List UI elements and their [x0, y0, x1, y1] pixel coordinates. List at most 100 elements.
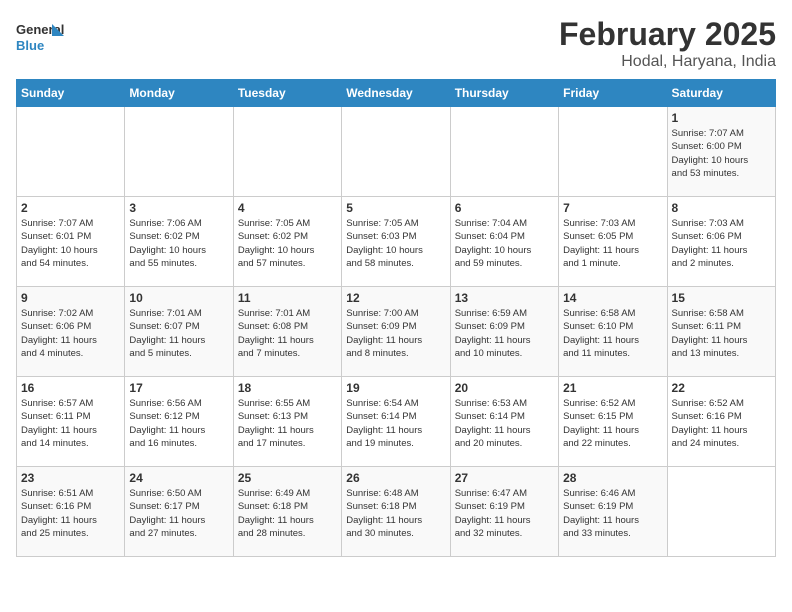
day-info: Sunrise: 6:51 AMSunset: 6:16 PMDaylight:… — [21, 487, 120, 540]
day-info: Sunrise: 7:05 AMSunset: 6:02 PMDaylight:… — [238, 217, 337, 270]
header-row: SundayMondayTuesdayWednesdayThursdayFrid… — [17, 80, 776, 107]
day-info: Sunrise: 6:54 AMSunset: 6:14 PMDaylight:… — [346, 397, 445, 450]
calendar-cell: 4 Sunrise: 7:05 AMSunset: 6:02 PMDaylight… — [233, 197, 341, 287]
day-info: Sunrise: 6:57 AMSunset: 6:11 PMDaylight:… — [21, 397, 120, 450]
day-number: 12 — [346, 291, 445, 305]
calendar-cell: 27 Sunrise: 6:47 AMSunset: 6:19 PMDayligh… — [450, 467, 558, 557]
day-info: Sunrise: 7:03 AMSunset: 6:05 PMDaylight:… — [563, 217, 662, 270]
day-number: 6 — [455, 201, 554, 215]
week-row-3: 9Sunrise: 7:02 AMSunset: 6:06 PMDaylight… — [17, 287, 776, 377]
calendar-cell: 6 Sunrise: 7:04 AMSunset: 6:04 PMDaylight… — [450, 197, 558, 287]
day-info: Sunrise: 6:49 AMSunset: 6:18 PMDaylight:… — [238, 487, 337, 540]
calendar-cell: 2 Sunrise: 7:07 AMSunset: 6:01 PMDaylight… — [17, 197, 125, 287]
page-title: February 2025 — [559, 16, 776, 53]
day-number: 19 — [346, 381, 445, 395]
calendar-cell: 19 Sunrise: 6:54 AMSunset: 6:14 PMDayligh… — [342, 377, 450, 467]
day-info: Sunrise: 6:56 AMSunset: 6:12 PMDaylight:… — [129, 397, 228, 450]
day-info: Sunrise: 7:07 AMSunset: 6:00 PMDaylight:… — [672, 127, 771, 180]
calendar-cell: 3 Sunrise: 7:06 AMSunset: 6:02 PMDaylight… — [125, 197, 233, 287]
day-number: 3 — [129, 201, 228, 215]
week-row-5: 23 Sunrise: 6:51 AMSunset: 6:16 PMDayligh… — [17, 467, 776, 557]
day-info: Sunrise: 7:04 AMSunset: 6:04 PMDaylight:… — [455, 217, 554, 270]
day-info: Sunrise: 6:53 AMSunset: 6:14 PMDaylight:… — [455, 397, 554, 450]
day-number: 20 — [455, 381, 554, 395]
day-number: 13 — [455, 291, 554, 305]
calendar-cell — [125, 107, 233, 197]
day-info: Sunrise: 7:00 AMSunset: 6:09 PMDaylight:… — [346, 307, 445, 360]
calendar-cell: 5 Sunrise: 7:05 AMSunset: 6:03 PMDaylight… — [342, 197, 450, 287]
day-number: 8 — [672, 201, 771, 215]
col-header-saturday: Saturday — [667, 80, 775, 107]
week-row-4: 16Sunrise: 6:57 AMSunset: 6:11 PMDayligh… — [17, 377, 776, 467]
day-number: 17 — [129, 381, 228, 395]
calendar-cell: 9Sunrise: 7:02 AMSunset: 6:06 PMDaylight… — [17, 287, 125, 377]
day-number: 4 — [238, 201, 337, 215]
day-info: Sunrise: 6:47 AMSunset: 6:19 PMDaylight:… — [455, 487, 554, 540]
calendar-cell: 14Sunrise: 6:58 AMSunset: 6:10 PMDayligh… — [559, 287, 667, 377]
col-header-thursday: Thursday — [450, 80, 558, 107]
day-number: 28 — [563, 471, 662, 485]
calendar-cell: 18Sunrise: 6:55 AMSunset: 6:13 PMDayligh… — [233, 377, 341, 467]
day-info: Sunrise: 6:59 AMSunset: 6:09 PMDaylight:… — [455, 307, 554, 360]
day-info: Sunrise: 6:46 AMSunset: 6:19 PMDaylight:… — [563, 487, 662, 540]
day-number: 15 — [672, 291, 771, 305]
col-header-wednesday: Wednesday — [342, 80, 450, 107]
day-number: 7 — [563, 201, 662, 215]
calendar-table: SundayMondayTuesdayWednesdayThursdayFrid… — [16, 79, 776, 557]
page-header: General Blue February 2025 Hodal, Haryan… — [16, 16, 776, 71]
day-info: Sunrise: 7:06 AMSunset: 6:02 PMDaylight:… — [129, 217, 228, 270]
calendar-cell — [559, 107, 667, 197]
day-info: Sunrise: 6:58 AMSunset: 6:10 PMDaylight:… — [563, 307, 662, 360]
calendar-cell — [667, 467, 775, 557]
day-info: Sunrise: 7:03 AMSunset: 6:06 PMDaylight:… — [672, 217, 771, 270]
title-block: February 2025 Hodal, Haryana, India — [559, 16, 776, 71]
calendar-cell: 23 Sunrise: 6:51 AMSunset: 6:16 PMDayligh… — [17, 467, 125, 557]
day-info: Sunrise: 7:01 AMSunset: 6:08 PMDaylight:… — [238, 307, 337, 360]
day-number: 23 — [21, 471, 120, 485]
day-info: Sunrise: 6:58 AMSunset: 6:11 PMDaylight:… — [672, 307, 771, 360]
calendar-cell — [233, 107, 341, 197]
calendar-cell — [342, 107, 450, 197]
day-number: 11 — [238, 291, 337, 305]
day-info: Sunrise: 6:48 AMSunset: 6:18 PMDaylight:… — [346, 487, 445, 540]
day-info: Sunrise: 7:01 AMSunset: 6:07 PMDaylight:… — [129, 307, 228, 360]
col-header-monday: Monday — [125, 80, 233, 107]
calendar-cell: 21 Sunrise: 6:52 AMSunset: 6:15 PMDayligh… — [559, 377, 667, 467]
day-number: 25 — [238, 471, 337, 485]
day-number: 5 — [346, 201, 445, 215]
calendar-cell: 13 Sunrise: 6:59 AMSunset: 6:09 PMDayligh… — [450, 287, 558, 377]
calendar-cell: 15 Sunrise: 6:58 AMSunset: 6:11 PMDayligh… — [667, 287, 775, 377]
day-info: Sunrise: 6:52 AMSunset: 6:16 PMDaylight:… — [672, 397, 771, 450]
calendar-cell: 22 Sunrise: 6:52 AMSunset: 6:16 PMDayligh… — [667, 377, 775, 467]
day-number: 18 — [238, 381, 337, 395]
calendar-cell: 25 Sunrise: 6:49 AMSunset: 6:18 PMDayligh… — [233, 467, 341, 557]
day-info: Sunrise: 7:05 AMSunset: 6:03 PMDaylight:… — [346, 217, 445, 270]
week-row-2: 2 Sunrise: 7:07 AMSunset: 6:01 PMDaylight… — [17, 197, 776, 287]
calendar-cell: 1 Sunrise: 7:07 AMSunset: 6:00 PMDaylight… — [667, 107, 775, 197]
calendar-cell: 16Sunrise: 6:57 AMSunset: 6:11 PMDayligh… — [17, 377, 125, 467]
calendar-cell: 11 Sunrise: 7:01 AMSunset: 6:08 PMDayligh… — [233, 287, 341, 377]
calendar-cell: 8 Sunrise: 7:03 AMSunset: 6:06 PMDaylight… — [667, 197, 775, 287]
calendar-cell: 7 Sunrise: 7:03 AMSunset: 6:05 PMDaylight… — [559, 197, 667, 287]
calendar-cell: 26 Sunrise: 6:48 AMSunset: 6:18 PMDayligh… — [342, 467, 450, 557]
day-number: 1 — [672, 111, 771, 125]
col-header-tuesday: Tuesday — [233, 80, 341, 107]
col-header-friday: Friday — [559, 80, 667, 107]
day-number: 26 — [346, 471, 445, 485]
calendar-cell — [17, 107, 125, 197]
day-info: Sunrise: 6:52 AMSunset: 6:15 PMDaylight:… — [563, 397, 662, 450]
calendar-cell: 24Sunrise: 6:50 AMSunset: 6:17 PMDayligh… — [125, 467, 233, 557]
calendar-cell: 17 Sunrise: 6:56 AMSunset: 6:12 PMDayligh… — [125, 377, 233, 467]
calendar-cell — [450, 107, 558, 197]
calendar-cell: 20 Sunrise: 6:53 AMSunset: 6:14 PMDayligh… — [450, 377, 558, 467]
day-number: 22 — [672, 381, 771, 395]
calendar-cell: 12 Sunrise: 7:00 AMSunset: 6:09 PMDayligh… — [342, 287, 450, 377]
day-number: 10 — [129, 291, 228, 305]
day-info: Sunrise: 7:07 AMSunset: 6:01 PMDaylight:… — [21, 217, 120, 270]
col-header-sunday: Sunday — [17, 80, 125, 107]
day-number: 27 — [455, 471, 554, 485]
day-number: 24 — [129, 471, 228, 485]
day-number: 2 — [21, 201, 120, 215]
page-subtitle: Hodal, Haryana, India — [559, 53, 776, 71]
day-number: 21 — [563, 381, 662, 395]
